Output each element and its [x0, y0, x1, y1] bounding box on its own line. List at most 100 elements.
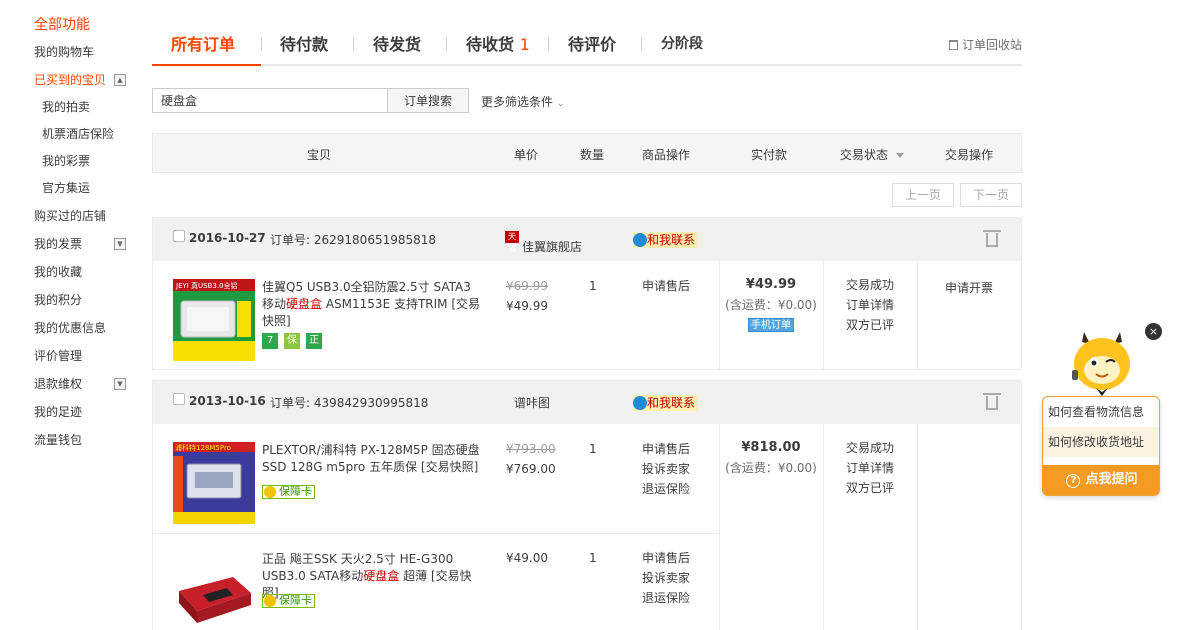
sidebar-item-reviews[interactable]: 评价管理 — [34, 342, 144, 370]
faq-change-address[interactable]: 如何修改收货地址 — [1043, 427, 1159, 457]
sidebar-item-favorites[interactable]: 我的收藏 — [34, 258, 144, 286]
quantity: 1 — [589, 551, 597, 565]
order-header: 2016-10-27 订单号: 2629180651985818 天猫 佳翼旗舰店… — [153, 218, 1021, 261]
request-invoice-link[interactable]: 申请开票 — [917, 279, 1021, 296]
tab-installments[interactable]: 分阶段 — [661, 33, 703, 53]
warranty-icon[interactable]: 保 — [284, 333, 300, 349]
product-title-link[interactable]: 佳翼Q5 USB3.0全铝防震2.5寸 SATA3移动硬盘盒 ASM1153E … — [262, 279, 482, 330]
guarantee-card-badge[interactable]: 保障卡 — [262, 594, 315, 608]
collapse-icon[interactable]: ▲ — [114, 74, 126, 86]
product-thumbnail[interactable]: 浦科特128M5Pro — [173, 442, 255, 524]
after-sales-link[interactable]: 申请售后 — [642, 276, 690, 296]
tab-pending-payment[interactable]: 待付款 — [280, 31, 328, 55]
after-sales-link[interactable]: 申请售后 — [642, 439, 690, 459]
tab-all-orders[interactable]: 所有订单 — [171, 31, 235, 55]
order-number: 订单号: 2629180651985818 — [270, 231, 436, 248]
prev-page-button[interactable]: 上一页 — [892, 183, 954, 207]
shop-link[interactable]: 天猫 佳翼旗舰店 — [505, 231, 582, 255]
trade-status: 交易成功 订单详情 双方已评 — [823, 275, 917, 335]
status-filter-dropdown[interactable]: 交易状态 — [840, 146, 905, 163]
shop-name: 佳翼旗舰店 — [522, 240, 583, 254]
service-badges: 保障卡 — [262, 484, 315, 500]
order-details-link[interactable]: 订单详情 — [823, 458, 917, 478]
faq-card: 如何查看物流信息 如何修改收货地址 ? 点我提问 — [1042, 396, 1160, 496]
shop-link[interactable]: 谱咔图 — [514, 394, 550, 411]
tab-count-badge: 1 — [519, 35, 530, 54]
product-thumbnail[interactable]: JEYI 真USB3.0全铝 — [173, 279, 255, 361]
product-title-link[interactable]: PLEXTOR/浦科特 PX-128M5P 固态硬盘 SSD 128G m5pr… — [262, 442, 482, 476]
sidebar-item-label: 已买到的宝贝 — [34, 73, 107, 87]
recycle-label: 订单回收站 — [961, 38, 1022, 52]
sidebar-item-label: 退款维权 — [34, 377, 83, 391]
tab-pending-review[interactable]: 待评价 — [568, 31, 616, 55]
after-sales-link[interactable]: 申请售后 — [642, 548, 690, 568]
expand-icon[interactable]: ▼ — [114, 238, 126, 250]
sidebar-item-purchased[interactable]: 已买到的宝贝 ▲ — [34, 66, 144, 94]
sidebar-item-data-wallet[interactable]: 流量钱包 — [34, 426, 144, 454]
return-insurance-link[interactable]: 退运保险 — [642, 588, 690, 608]
close-icon[interactable]: × — [1145, 323, 1162, 340]
ask-button-label: 点我提问 — [1085, 472, 1138, 487]
shop-name: 谱咔图 — [514, 396, 551, 410]
reviewed-text: 双方已评 — [845, 318, 894, 332]
delete-order-icon[interactable] — [983, 230, 1001, 247]
active-tab-indicator — [152, 64, 261, 66]
sidebar-heading[interactable]: 全部功能 — [34, 12, 144, 38]
delete-order-icon[interactable] — [983, 393, 1001, 410]
sidebar-item-travel[interactable]: 机票酒店保险 — [34, 121, 144, 148]
order-recycle-bin-link[interactable]: 订单回收站 — [948, 36, 1022, 53]
order-checkbox[interactable] — [173, 230, 185, 242]
sidebar-item-cart[interactable]: 我的购物车 — [34, 38, 144, 66]
complain-seller-link[interactable]: 投诉卖家 — [642, 459, 690, 479]
return-insurance-link[interactable]: 退运保险 — [642, 479, 690, 499]
contact-seller-button[interactable]: 和我联系 — [633, 395, 699, 411]
original-price: ¥69.99 — [506, 279, 548, 293]
tab-pending-receipt[interactable]: 待收货 1 — [466, 31, 530, 55]
sidebar-item-label: 我的发票 — [34, 237, 83, 251]
order-item-row: 浦科特128M5Pro PLEXTOR/浦科特 PX-128M5P 固态硬盘 S… — [153, 424, 719, 533]
sidebar-item-refunds[interactable]: 退款维权 ▼ — [34, 370, 144, 398]
sidebar-item-points[interactable]: 我的积分 — [34, 286, 144, 314]
trade-status: 交易成功 订单详情 双方已评 — [823, 438, 917, 498]
next-page-button[interactable]: 下一页 — [960, 183, 1022, 207]
order-date: 2016-10-27 — [189, 231, 266, 245]
header-paid: 实付款 — [751, 148, 788, 162]
more-filters-toggle[interactable]: 更多筛选条件 ⌄ — [481, 93, 564, 110]
order-card: 2013-10-16 订单号: 439842930995818 谱咔图 和我联系… — [152, 380, 1022, 630]
genuine-icon[interactable]: 正 — [306, 333, 322, 349]
sidebar-item-footprints[interactable]: 我的足迹 — [34, 398, 144, 426]
contact-seller-button[interactable]: 和我联系 — [633, 232, 699, 248]
header-item-ops: 商品操作 — [642, 148, 691, 162]
mascot-icon[interactable] — [1070, 326, 1134, 398]
order-search-input[interactable] — [152, 88, 388, 113]
complain-seller-link[interactable]: 投诉卖家 — [642, 568, 690, 588]
ask-question-button[interactable]: ? 点我提问 — [1043, 465, 1159, 495]
sidebar-item-lottery[interactable]: 我的彩票 — [34, 148, 144, 175]
tab-divider — [261, 38, 262, 50]
sidebar-item-shops[interactable]: 购买过的店铺 — [34, 202, 144, 230]
customer-service-assistant: × 如何查看物流信息 如何修改收货地址 ? 点我提问 — [1040, 318, 1164, 500]
divider — [719, 533, 720, 630]
search-highlight: 硬盘盒 — [363, 569, 400, 583]
tab-pending-shipment[interactable]: 待发货 — [373, 31, 421, 55]
tab-divider — [641, 38, 642, 50]
divider — [917, 424, 918, 630]
order-search-button[interactable]: 订单搜索 — [387, 88, 469, 113]
sidebar-item-auction[interactable]: 我的拍卖 — [34, 94, 144, 121]
order-checkbox[interactable] — [173, 393, 185, 405]
order-details-link[interactable]: 订单详情 — [823, 295, 917, 315]
reviewed-text: 双方已评 — [845, 481, 894, 495]
seven-day-return-icon[interactable]: 7 — [262, 333, 278, 349]
faq-logistics[interactable]: 如何查看物流信息 — [1043, 397, 1159, 427]
sidebar-item-invoice[interactable]: 我的发票 ▼ — [34, 230, 144, 258]
more-filters-label: 更多筛选条件 — [481, 95, 554, 109]
mobile-order-tag: 手机订单 — [748, 318, 794, 332]
product-thumbnail[interactable] — [173, 551, 255, 630]
unit-price: ¥49.00 — [506, 551, 548, 565]
order-item-row: 正品 飚王SSK 天火2.5寸 HE-G300 USB3.0 SATA移动硬盘盒… — [153, 533, 719, 630]
paid-amount: ¥818.00 (含运费：¥0.00) — [719, 440, 823, 476]
guarantee-card-badge[interactable]: 保障卡 — [262, 485, 315, 499]
expand-icon[interactable]: ▼ — [114, 378, 126, 390]
sidebar-item-consolidation[interactable]: 官方集运 — [34, 175, 144, 202]
sidebar-item-coupons[interactable]: 我的优惠信息 — [34, 314, 144, 342]
